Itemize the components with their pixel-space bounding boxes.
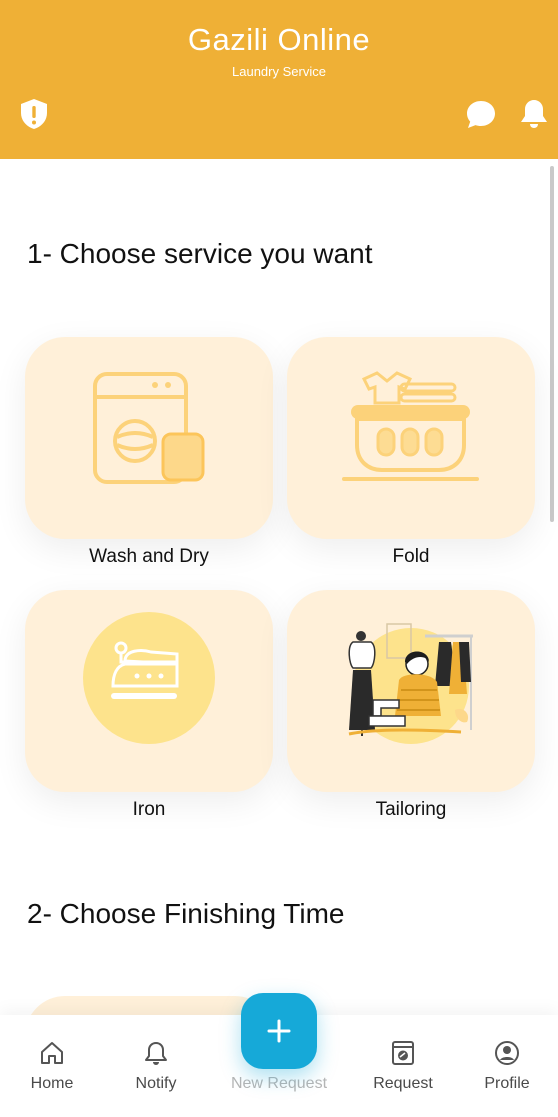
- content-scroll-area[interactable]: [0, 159, 558, 1015]
- service-label-tailoring: Tailoring: [375, 799, 447, 820]
- scrollbar[interactable]: [550, 166, 554, 522]
- nav-item-home[interactable]: Home: [2, 1015, 102, 1117]
- iron-icon: [83, 612, 215, 744]
- nav-label-home: Home: [30, 1075, 74, 1092]
- bell-icon: [143, 1040, 169, 1066]
- laundry-basket-icon: [342, 371, 479, 481]
- shield-alert-icon[interactable]: [17, 97, 51, 131]
- bell-icon[interactable]: [517, 97, 551, 131]
- app-header: Gazili Online Laundry Service: [0, 0, 558, 159]
- app-title: Gazili Online: [187, 22, 371, 57]
- service-label-fold: Fold: [392, 546, 430, 567]
- service-card-wash-and-dry[interactable]: [25, 337, 273, 539]
- tailoring-illustration: [348, 623, 473, 744]
- nav-item-request[interactable]: Request: [353, 1015, 453, 1117]
- nav-label-notify: Notify: [135, 1075, 177, 1092]
- service-card-tailoring[interactable]: [287, 590, 535, 792]
- service-label-wash-and-dry: Wash and Dry: [89, 546, 209, 567]
- nav-label-new-request: New Request: [230, 1075, 328, 1092]
- service-card-iron[interactable]: [25, 590, 273, 792]
- nav-label-profile: Profile: [484, 1075, 530, 1092]
- home-icon: [39, 1040, 65, 1066]
- nav-label-request: Request: [373, 1075, 433, 1092]
- washing-machine-icon: [390, 1040, 416, 1066]
- service-card-fold[interactable]: [287, 337, 535, 539]
- plus-icon: [267, 1019, 291, 1043]
- app-subtitle: Laundry Service: [232, 64, 326, 79]
- user-circle-icon: [494, 1040, 520, 1066]
- washing-machine-icon: [93, 372, 205, 484]
- chat-bubble-icon[interactable]: [464, 98, 498, 132]
- service-section-title: 1- Choose service you want: [27, 238, 373, 269]
- nav-item-notify[interactable]: Notify: [106, 1015, 206, 1117]
- service-label-iron: Iron: [132, 799, 166, 820]
- time-section-title: 2- Choose Finishing Time: [27, 898, 345, 929]
- nav-item-profile[interactable]: Profile: [457, 1015, 557, 1117]
- new-request-fab-button[interactable]: [241, 993, 317, 1069]
